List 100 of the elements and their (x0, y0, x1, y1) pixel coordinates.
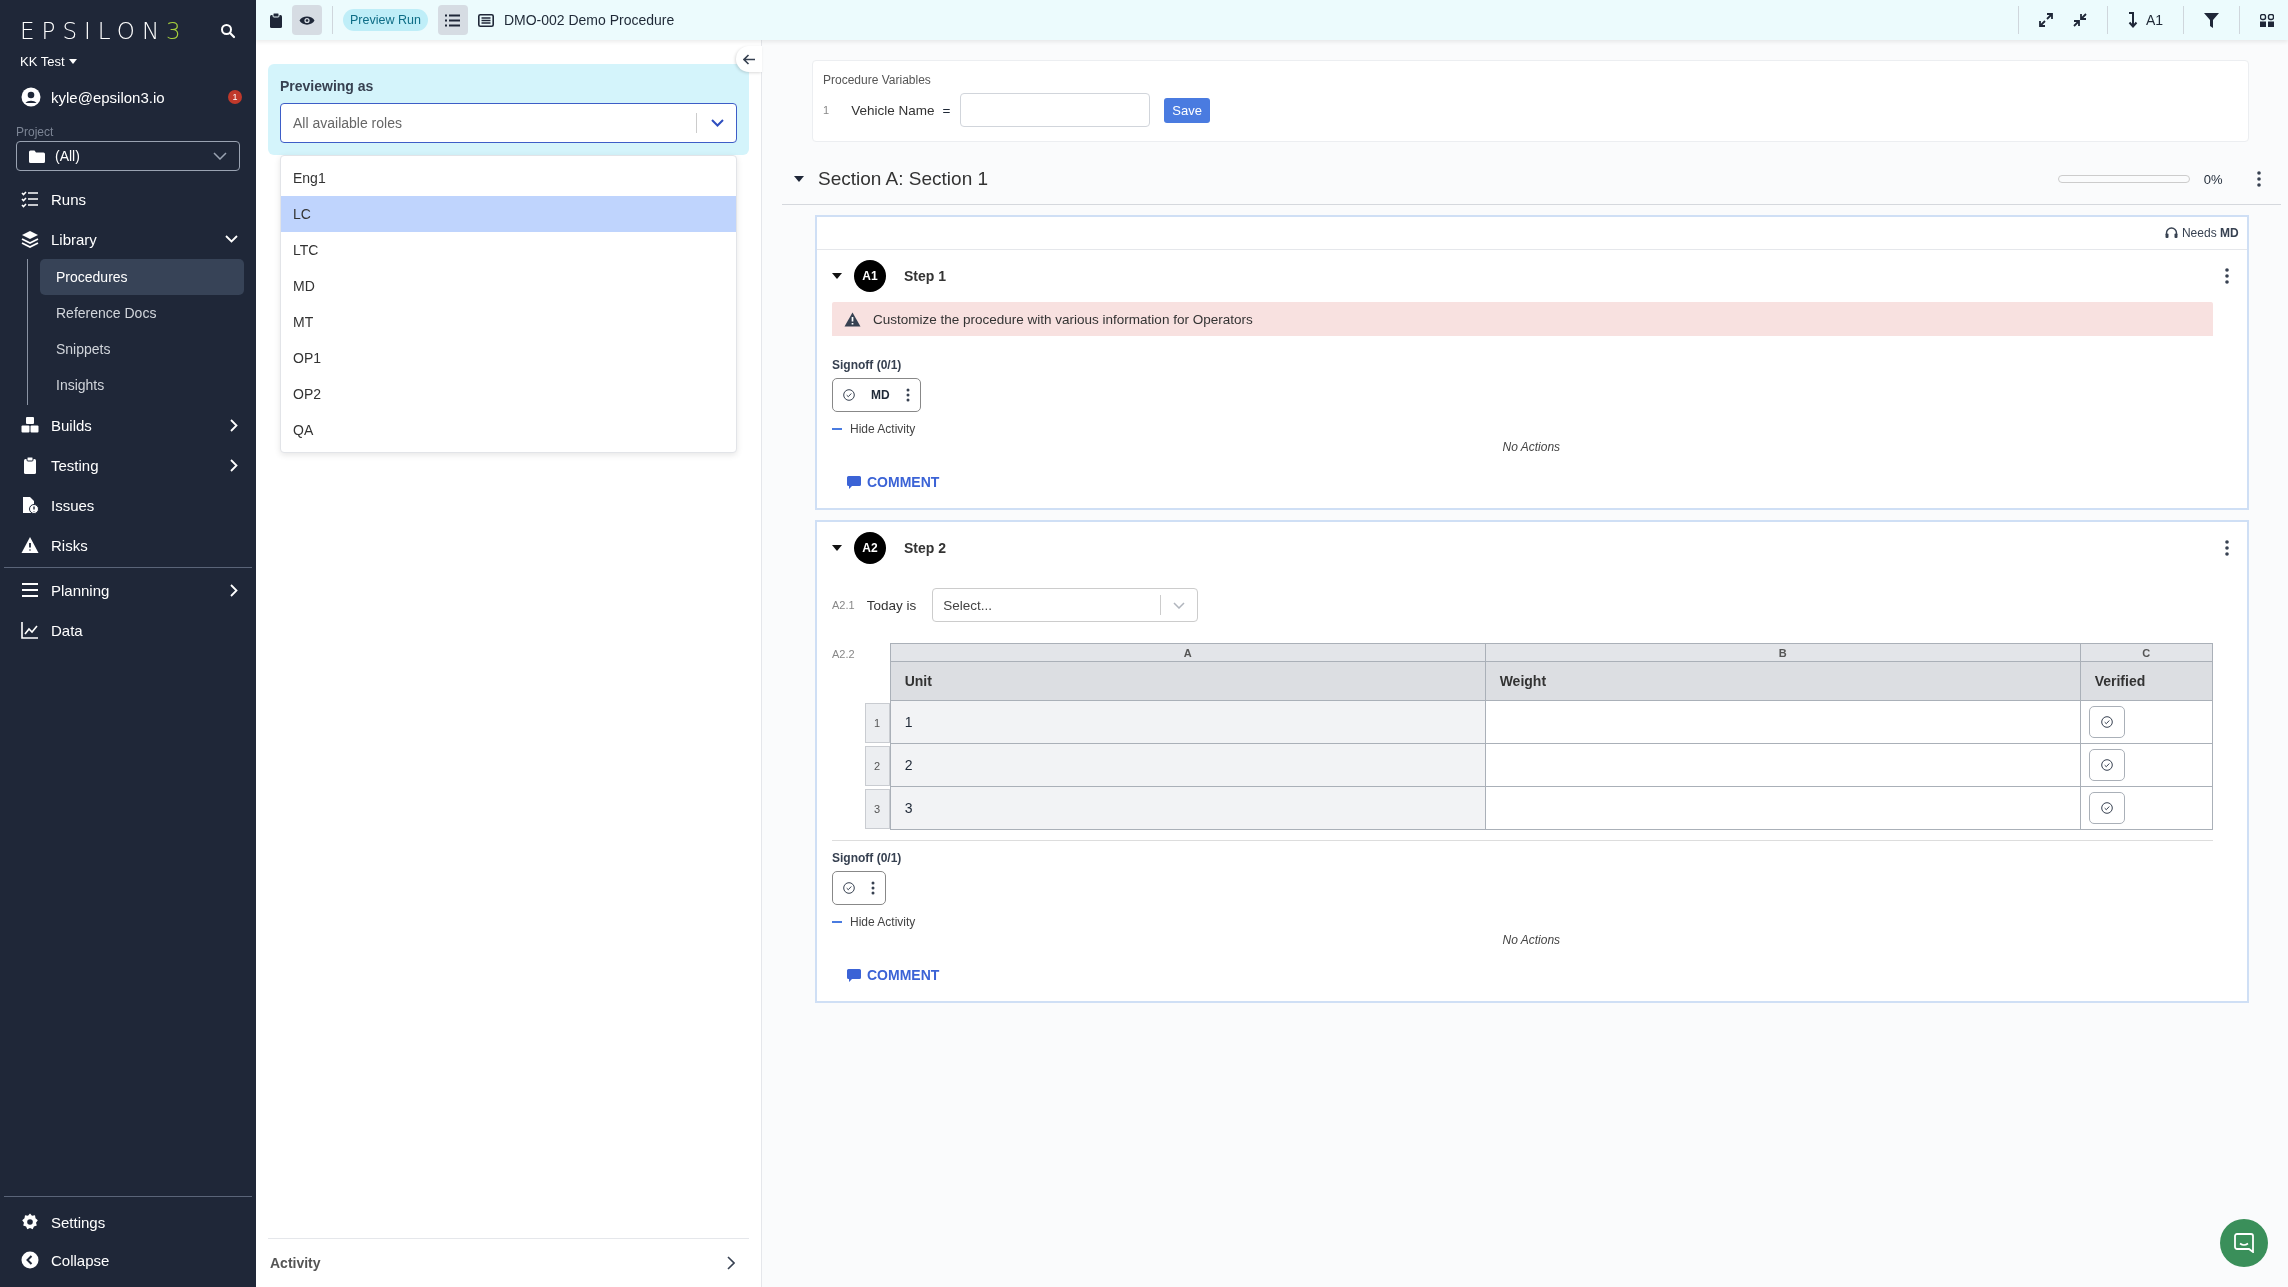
grid-icon[interactable] (2260, 13, 2274, 27)
row-number: 3 (864, 788, 890, 829)
eye-icon (299, 14, 315, 26)
more-options-icon[interactable] (2224, 540, 2229, 556)
user-email[interactable]: kyle@epsilon3.io (51, 88, 218, 106)
nav-item[interactable]: Library (0, 219, 256, 259)
verify-button[interactable] (2088, 749, 2125, 781)
menu-icon (21, 581, 39, 599)
signoff-button[interactable]: MD (832, 378, 921, 412)
nav-item[interactable]: Data (0, 610, 256, 650)
step-badge: A1 (854, 260, 886, 292)
chevron-down-icon (1173, 601, 1186, 609)
collapse-panel-button[interactable] (736, 46, 762, 72)
chevron-right-icon (727, 1256, 735, 1270)
verify-button[interactable] (2088, 792, 2125, 824)
row-number: 1 (823, 104, 830, 116)
caret-down-icon[interactable] (832, 545, 842, 551)
dropdown-option[interactable]: LC (281, 196, 736, 232)
no-actions-note: No Actions (1502, 933, 1561, 947)
select-field[interactable]: Select... (932, 588, 1199, 622)
nav-subitem[interactable]: Snippets (40, 331, 244, 367)
more-options-icon (905, 388, 910, 402)
verify-button[interactable] (2088, 706, 2125, 738)
arrow-down-icon[interactable] (2127, 12, 2138, 28)
signoff-role: MD (871, 388, 890, 402)
nav-item[interactable]: Testing (0, 445, 256, 485)
dropdown-option[interactable]: QA (281, 412, 736, 448)
comment-button[interactable]: COMMENT (847, 967, 940, 983)
signoff-button[interactable] (832, 871, 886, 905)
nav-subitem[interactable]: Reference Docs (40, 295, 244, 331)
clipboard-icon (21, 456, 39, 474)
checklist-icon (21, 190, 39, 208)
row-number: 2 (864, 745, 890, 786)
more-options-icon[interactable] (2256, 171, 2261, 187)
caret-down-icon[interactable] (794, 176, 804, 182)
variables-title: Procedure Variables (823, 73, 932, 87)
comment-button[interactable]: COMMENT (847, 474, 940, 490)
role-select-input[interactable]: All available roles (281, 114, 682, 132)
caret-down-icon[interactable] (832, 273, 842, 279)
nav-subitem[interactable]: Insights (40, 367, 244, 403)
clipboard-icon[interactable] (270, 12, 282, 28)
nav-item[interactable]: Planning (0, 570, 256, 610)
dropdown-option[interactable]: MT (281, 304, 736, 340)
collapse-icon (21, 1251, 39, 1269)
status-badge: Preview Run (343, 9, 428, 31)
select-input[interactable]: Select... (933, 596, 1149, 614)
document-alert-icon (21, 496, 39, 514)
folder-icon (29, 149, 45, 163)
activity-row[interactable]: Activity (268, 1238, 749, 1287)
project-select[interactable]: (All) (16, 141, 240, 171)
signoff-label: Signoff (0/1) (832, 358, 903, 372)
variable-input[interactable] (960, 93, 1151, 127)
preview-label: Previewing as (280, 78, 375, 94)
dropdown-option[interactable]: OP1 (281, 340, 736, 376)
dropdown-option[interactable]: OP2 (281, 376, 736, 412)
column-header: Weight (1484, 661, 2081, 701)
outline-toggle[interactable] (437, 5, 468, 35)
warning-icon (844, 311, 861, 327)
needs-role-note: Needs MD (2181, 226, 2239, 240)
save-button[interactable]: Save (1164, 97, 1210, 123)
check-circle-icon (2100, 759, 2113, 771)
dropdown-option[interactable]: MD (281, 268, 736, 304)
role-select[interactable]: All available roles (280, 103, 737, 143)
preview-toggle[interactable] (292, 5, 322, 35)
nav-item[interactable]: Issues (0, 485, 256, 525)
nav-subitem[interactable]: Procedures (40, 259, 244, 295)
cubes-icon (21, 416, 39, 434)
nav-item[interactable]: Collapse (4, 1241, 252, 1279)
more-options-icon (871, 881, 875, 895)
dropdown-option[interactable]: Eng1 (281, 160, 736, 196)
chevron-down-icon (213, 152, 227, 160)
jump-target[interactable]: A1 (2145, 12, 2163, 28)
comment-icon (847, 475, 861, 489)
filter-icon[interactable] (2204, 12, 2219, 28)
procedure-title: DMO-002 Demo Procedure (503, 12, 675, 28)
project-label: Project (15, 124, 55, 141)
table-cell: 3 (889, 786, 1486, 830)
check-circle-icon (2100, 802, 2113, 814)
search-icon[interactable] (220, 23, 236, 39)
more-options-icon[interactable] (2224, 268, 2229, 284)
hide-activity-toggle[interactable]: Hide Activity (832, 422, 916, 436)
layers-icon (21, 230, 39, 248)
workspace-switcher[interactable]: KK Test (20, 50, 77, 73)
settings-icon (21, 1213, 39, 1231)
dropdown-option[interactable]: LTC (281, 232, 736, 268)
signoff-label: Signoff (0/1) (832, 851, 903, 865)
nav-item[interactable]: Risks (0, 525, 256, 565)
hide-activity-toggle[interactable]: Hide Activity (832, 915, 916, 929)
list-icon (445, 13, 461, 27)
block-number: A2.1 (832, 599, 855, 611)
collapse-arrows-icon[interactable] (2072, 13, 2087, 27)
block-number: A2.2 (832, 647, 855, 662)
nav-item[interactable]: Settings (4, 1203, 252, 1241)
table-cell: 1 (889, 700, 1486, 744)
nav-item[interactable]: Runs (0, 179, 256, 219)
nav-item[interactable]: Builds (0, 405, 256, 445)
step-title: Step 1 (904, 268, 947, 284)
no-actions-note: No Actions (1502, 440, 1561, 454)
user-avatar-icon (21, 87, 41, 107)
expand-icon[interactable] (2038, 13, 2053, 27)
